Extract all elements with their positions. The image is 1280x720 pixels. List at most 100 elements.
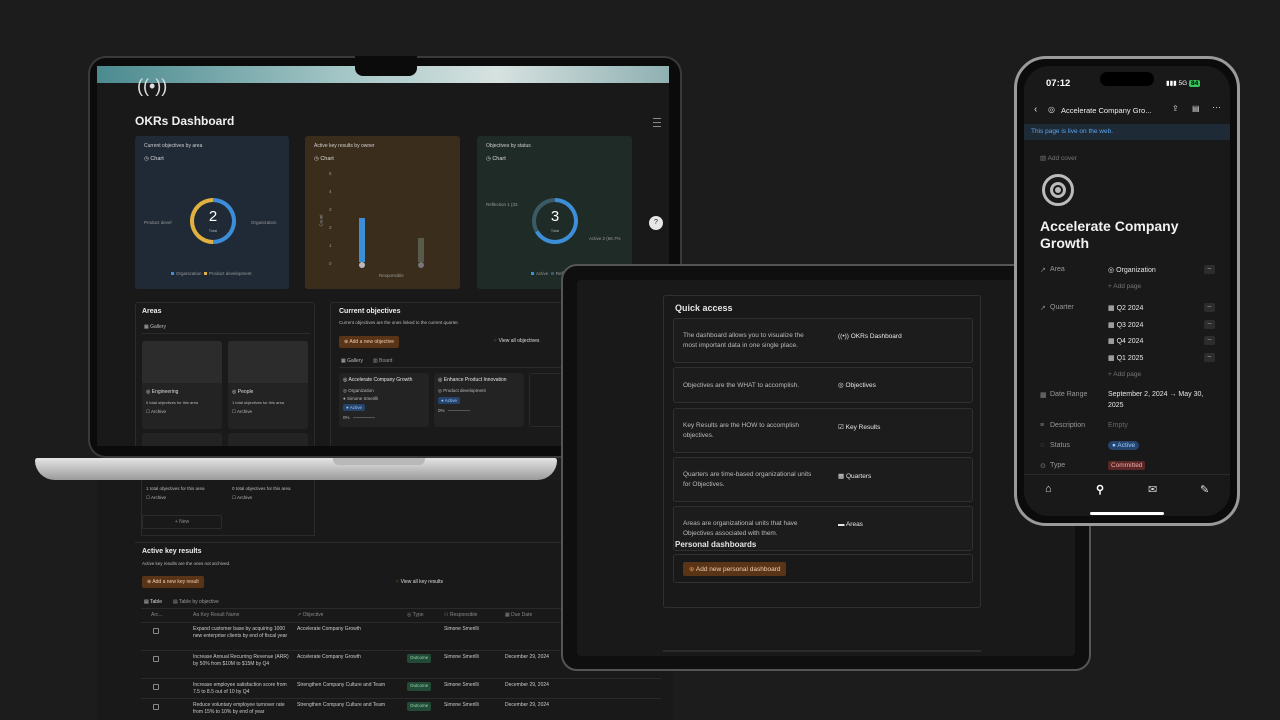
chart-tab[interactable]: ◷ Chart bbox=[144, 156, 164, 162]
archive-checkbox[interactable] bbox=[153, 656, 159, 662]
archive-checkbox[interactable]: ☐ Archive bbox=[146, 495, 166, 501]
chart-tab[interactable]: ◷ Chart bbox=[314, 156, 334, 162]
chart-objectives-by-area[interactable]: Current objectives by area ◷ Chart 2 Tot… bbox=[135, 136, 289, 289]
objectives-link[interactable]: ◎ Objectives bbox=[838, 381, 876, 389]
search-icon[interactable]: ⚲ bbox=[1096, 483, 1104, 496]
key-result-name[interactable]: Expand customer base by acquiring 1000 n… bbox=[193, 626, 293, 639]
quarter-value[interactable]: ▦ Q2 2024 bbox=[1108, 304, 1143, 312]
key-result-name[interactable]: Increase Annual Recurring Revenue (ARR) … bbox=[193, 654, 293, 667]
remove-button[interactable]: – bbox=[1204, 336, 1215, 345]
archive-checkbox[interactable] bbox=[153, 684, 159, 690]
area-value[interactable]: ◎ Organization bbox=[1108, 266, 1156, 274]
add-page-button[interactable]: + Add page bbox=[1108, 371, 1141, 378]
area-card[interactable] bbox=[142, 433, 222, 446]
tab-table[interactable]: ▤ Table bbox=[144, 599, 162, 605]
chart-title: Objectives by status bbox=[486, 143, 531, 149]
chart-tab[interactable]: ◷ Chart bbox=[486, 156, 506, 162]
view-all-key-results-button[interactable]: ⁘ View all key results bbox=[395, 579, 443, 585]
okrs-dashboard-link[interactable]: ((•)) OKRs Dashboard bbox=[838, 333, 902, 340]
back-chevron-icon[interactable]: ‹ bbox=[1034, 104, 1037, 115]
column-header[interactable]: Aa Key Result Name bbox=[193, 612, 239, 619]
archive-checkbox[interactable] bbox=[153, 704, 159, 710]
key-result-name[interactable]: Increase employee satisfaction score fro… bbox=[193, 682, 293, 695]
objective-name: ◎ Accelerate Company Growth bbox=[343, 377, 413, 383]
device-mockup-scene: ((•)) OKRs Dashboard Current objectives … bbox=[0, 0, 1280, 720]
date-range-value[interactable]: 2025 bbox=[1108, 402, 1124, 409]
areas-link[interactable]: ▬ Areas bbox=[838, 521, 863, 528]
type-badge[interactable]: Committed bbox=[1108, 461, 1146, 470]
area-card-engineering[interactable]: ◎ Engineering 0 total objectives for thi… bbox=[142, 341, 222, 429]
quarters-link[interactable]: ▦ Quarters bbox=[838, 472, 871, 480]
remove-button[interactable]: – bbox=[1204, 265, 1215, 274]
quick-access-row: Quarters are time-based organizational u… bbox=[673, 457, 973, 502]
share-icon[interactable]: ⇪ bbox=[1172, 104, 1179, 113]
broadcast-icon: ((•)) bbox=[838, 333, 849, 340]
column-header[interactable]: ↗ Objective bbox=[297, 612, 323, 619]
column-header[interactable]: ▦ Due Date bbox=[505, 612, 532, 619]
y-tick: 2 bbox=[329, 225, 332, 230]
bar-owner-2[interactable] bbox=[418, 238, 424, 262]
key-results-link[interactable]: ☑ Key Results bbox=[838, 423, 880, 431]
date-range-value[interactable]: September 2, 2024 → May 30, bbox=[1108, 391, 1203, 398]
objective-card[interactable]: ◎ Enhance Product Innovation ◎ Product d… bbox=[434, 373, 524, 427]
column-header[interactable]: ◎ Type bbox=[407, 612, 424, 619]
quarter-value[interactable]: ▦ Q4 2024 bbox=[1108, 337, 1143, 345]
quarter-value[interactable]: ▦ Q1 2025 bbox=[1108, 354, 1143, 362]
remove-button[interactable]: – bbox=[1204, 303, 1215, 312]
more-icon[interactable]: ··· bbox=[1212, 102, 1221, 112]
key-result-name[interactable]: Reduce voluntary employee turnover rate … bbox=[193, 702, 293, 715]
remove-button[interactable]: – bbox=[1204, 320, 1215, 329]
bottom-tab-bar: ⌂ ⚲ ✉ ✎ bbox=[1024, 474, 1230, 516]
remove-button[interactable]: – bbox=[1204, 353, 1215, 362]
objective-link[interactable]: Strengthen Company Culture and Team bbox=[297, 682, 405, 689]
column-header[interactable]: ⚇ Responsible bbox=[444, 612, 477, 619]
add-personal-dashboard-button[interactable]: ⊕ Add new personal dashboard bbox=[683, 562, 787, 576]
view-all-objectives-button[interactable]: ⁘ View all objectives bbox=[493, 338, 539, 344]
description-value[interactable]: Empty bbox=[1108, 422, 1128, 429]
tab-board[interactable]: ▥ Board bbox=[373, 358, 392, 364]
archive-checkbox[interactable]: ☐ Archive bbox=[146, 409, 166, 415]
area-card[interactable] bbox=[228, 433, 308, 446]
menu-icon[interactable] bbox=[653, 118, 661, 130]
archive-checkbox[interactable]: ☐ Archive bbox=[232, 495, 252, 501]
table-row[interactable]: Increase employee satisfaction score fro… bbox=[141, 678, 661, 698]
laptop-groove bbox=[333, 458, 425, 465]
arrow-up-right-icon: ↗ bbox=[1040, 267, 1046, 274]
objective-link[interactable]: Accelerate Company Growth bbox=[297, 626, 361, 633]
inbox-icon[interactable]: ✉ bbox=[1148, 483, 1157, 496]
compose-icon[interactable]: ✎ bbox=[1200, 483, 1209, 496]
column-header[interactable]: Arc... bbox=[151, 612, 163, 619]
slice-label-left: Product devel bbox=[144, 220, 172, 225]
live-banner[interactable]: This page is live on the web. bbox=[1024, 124, 1230, 140]
new-area-button[interactable]: + New bbox=[142, 515, 222, 529]
row-description: The dashboard allows you to visualize th… bbox=[683, 332, 804, 349]
divider bbox=[142, 333, 310, 334]
objective-card[interactable]: ◎ Accelerate Company Growth ◎ Organizati… bbox=[339, 373, 429, 427]
avatar bbox=[359, 262, 365, 268]
area-card-people[interactable]: ◎ People 1 total objectives for this are… bbox=[228, 341, 308, 429]
objective-link[interactable]: Accelerate Company Growth bbox=[297, 654, 361, 661]
target-icon[interactable] bbox=[1042, 174, 1074, 206]
archive-checkbox[interactable] bbox=[153, 628, 159, 634]
quarter-value[interactable]: ▦ Q3 2024 bbox=[1108, 321, 1143, 329]
bar-owner-1[interactable] bbox=[359, 218, 365, 262]
slice-label-right: Organization bbox=[251, 220, 277, 225]
row-description: Key Results are the HOW to accomplish ob… bbox=[683, 422, 799, 439]
home-icon[interactable]: ⌂ bbox=[1045, 483, 1052, 495]
add-key-result-button[interactable]: ⊕ Add a new key result bbox=[142, 576, 204, 588]
archive-checkbox[interactable]: ☐ Archive bbox=[232, 409, 252, 415]
area-label: Area bbox=[1050, 266, 1065, 273]
comment-icon[interactable]: ▤ bbox=[1192, 104, 1200, 113]
tab-gallery[interactable]: ▦ Gallery bbox=[341, 358, 363, 364]
tab-gallery[interactable]: ▦ Gallery bbox=[144, 324, 166, 330]
add-cover-button[interactable]: ▨ Add cover bbox=[1040, 154, 1077, 162]
objective-link[interactable]: Strengthen Company Culture and Team bbox=[297, 702, 405, 709]
add-page-button[interactable]: + Add page bbox=[1108, 283, 1141, 290]
tab-table-by-objective[interactable]: ▤ Table by objective bbox=[173, 599, 219, 605]
help-icon[interactable]: ? bbox=[649, 216, 663, 230]
status-icon: ◌ bbox=[1040, 442, 1045, 449]
table-row[interactable]: Reduce voluntary employee turnover rate … bbox=[141, 698, 661, 720]
chart-key-results-by-owner[interactable]: Active key results by owner ◷ Chart Coun… bbox=[305, 136, 460, 289]
status-badge[interactable]: ● Active bbox=[1108, 441, 1140, 450]
add-objective-button[interactable]: ⊕ Add a new objective bbox=[339, 336, 400, 348]
